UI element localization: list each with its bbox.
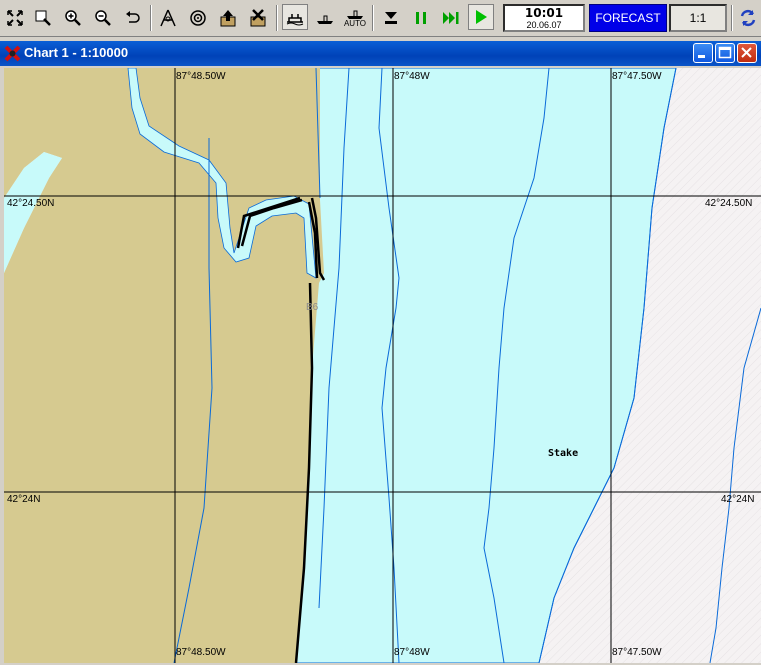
lon-label-top-1: 87°48.50W (176, 71, 226, 82)
toolbar: AUTO 10:01 20.06.07 FORECAST 1:1 (0, 0, 761, 37)
delete-icon[interactable] (245, 5, 271, 31)
lat-label-right-2: 42°24N (721, 494, 755, 505)
maximize-button[interactable] (715, 43, 735, 63)
fast-forward-icon[interactable] (438, 5, 464, 31)
stake-label: Stake (548, 448, 579, 459)
chart-window-titlebar[interactable]: Chart 1 - 1:10000 (0, 41, 761, 66)
zoom-in-icon[interactable] (60, 5, 86, 31)
app-icon (4, 45, 21, 62)
move-icon[interactable] (2, 5, 28, 31)
date-display: 20.06.07 (526, 20, 562, 30)
route-icon[interactable] (155, 5, 181, 31)
lon-label-top-2: 87°48W (394, 71, 430, 82)
auto-label: AUTO (343, 19, 367, 28)
zoom-window-icon[interactable] (30, 5, 56, 31)
close-icon (741, 47, 752, 58)
window-title: Chart 1 - 1:10000 (24, 45, 129, 60)
chart-canvas (4, 68, 761, 663)
nautical-chart[interactable]: 87°48.50W 87°48W 87°47.50W 87°48.50W 87°… (4, 68, 761, 663)
ship-side-icon[interactable] (312, 5, 338, 31)
lon-label-bottom-3: 87°47.50W (612, 647, 662, 658)
scale-button[interactable]: 1:1 (669, 4, 727, 32)
minimize-button[interactable] (693, 43, 713, 63)
play-icon[interactable] (468, 4, 494, 30)
undo-icon[interactable] (120, 5, 146, 31)
lon-label-bottom-1: 87°48.50W (176, 647, 226, 658)
time-display: 10:01 (524, 6, 564, 20)
pause-icon[interactable] (408, 5, 434, 31)
auto-icon[interactable]: AUTO (342, 5, 368, 31)
stop-icon[interactable] (378, 5, 404, 31)
close-button[interactable] (737, 43, 757, 63)
lat-label-left-2: 42°24N (7, 494, 41, 505)
export-icon[interactable] (215, 5, 241, 31)
minimize-icon (698, 55, 705, 58)
maximize-icon (718, 46, 732, 59)
lon-label-bottom-2: 87°48W (394, 647, 430, 658)
feature-label-b6: B6 (306, 302, 319, 313)
clock-display: 10:01 20.06.07 (503, 4, 585, 32)
lat-label-right-1: 42°24.50N (705, 198, 753, 209)
sync-icon[interactable] (735, 5, 761, 31)
ship-view-icon[interactable] (282, 4, 308, 30)
zoom-out-icon[interactable] (90, 5, 116, 31)
target-icon[interactable] (185, 5, 211, 31)
forecast-button[interactable]: FORECAST (589, 4, 667, 32)
lat-label-left-1: 42°24.50N (7, 198, 55, 209)
lon-label-top-3: 87°47.50W (612, 71, 662, 82)
